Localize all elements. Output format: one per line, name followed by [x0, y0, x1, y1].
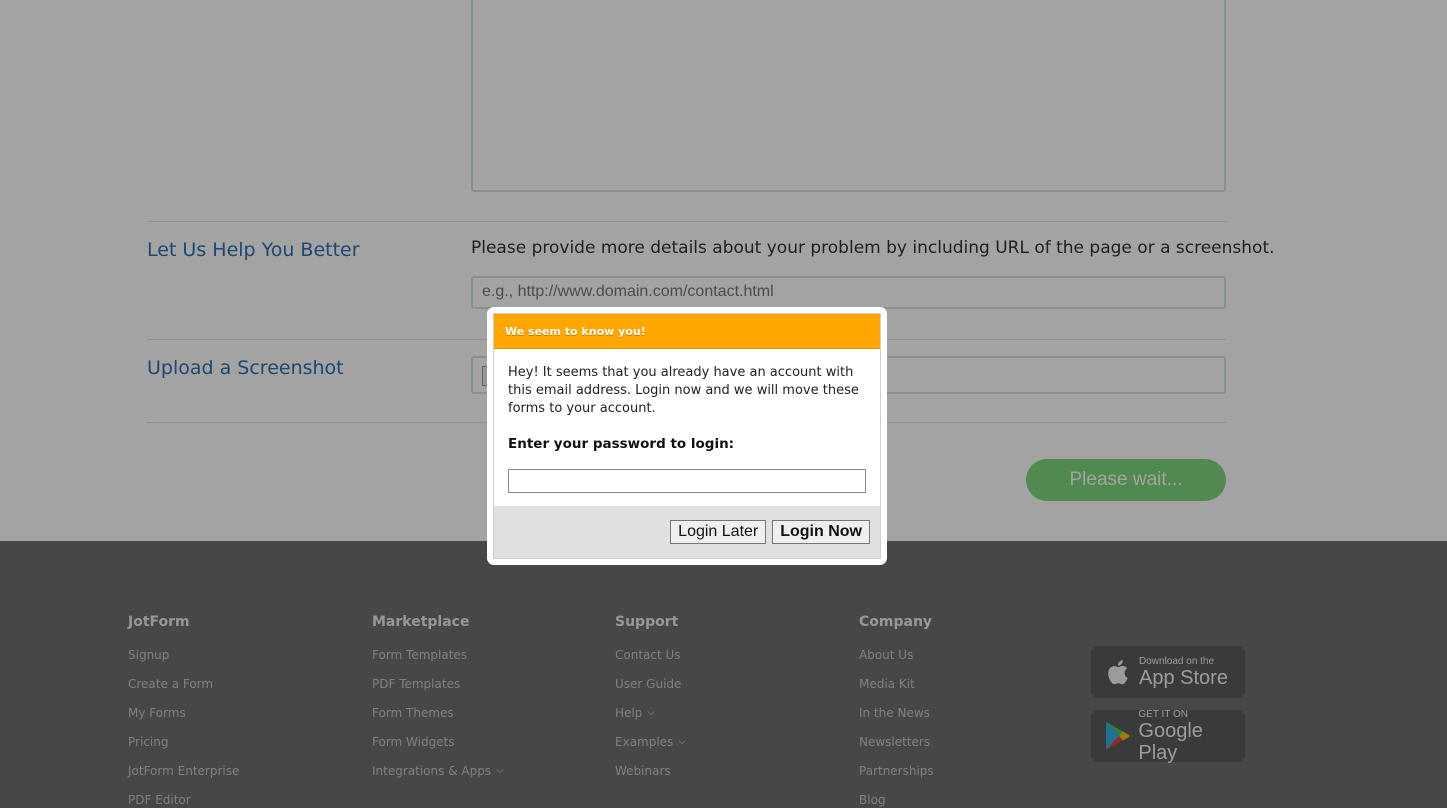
modal-body: Hey! It seems that you already have an a… [494, 349, 880, 493]
modal-title: We seem to know you! [505, 324, 646, 338]
password-label: Enter your password to login: [508, 436, 735, 452]
login-now-button[interactable]: Login Now [772, 520, 870, 544]
login-later-button[interactable]: Login Later [670, 520, 767, 544]
modal-frame: We seem to know you! Hey! It seems that … [493, 313, 881, 559]
modal-message: Hey! It seems that you already have an a… [508, 365, 859, 416]
modal-footer: Login Later Login Now [494, 506, 880, 558]
password-input[interactable] [508, 469, 866, 493]
login-modal: We seem to know you! Hey! It seems that … [487, 307, 887, 565]
modal-header: We seem to know you! [494, 314, 880, 349]
